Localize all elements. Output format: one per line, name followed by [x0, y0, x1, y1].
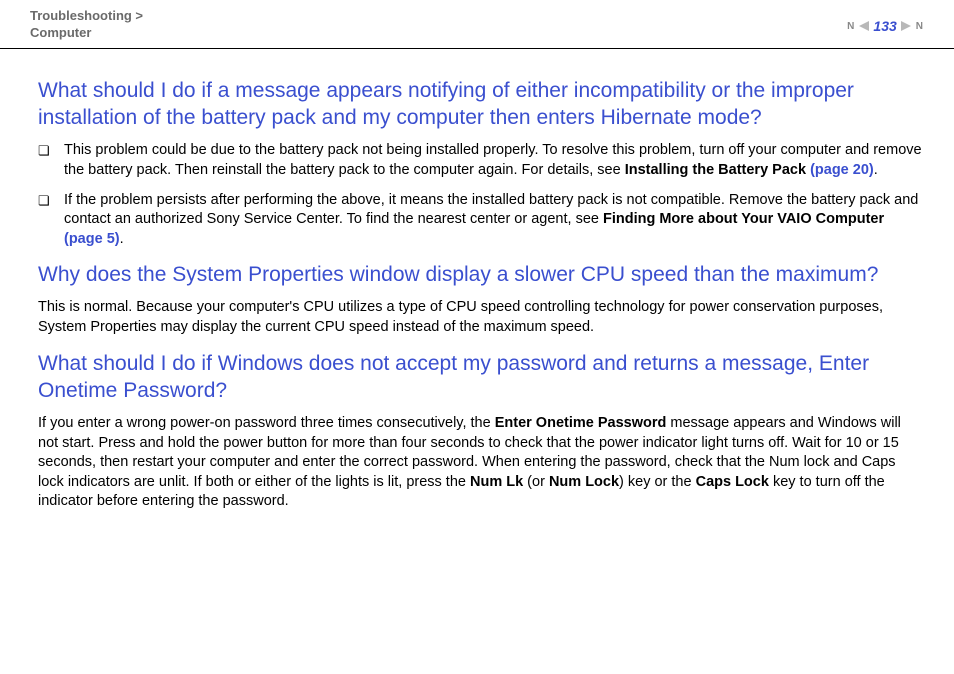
- text-part: (or: [523, 474, 549, 490]
- bold-term: Num Lk: [470, 474, 523, 490]
- prev-page-icon[interactable]: [859, 21, 869, 31]
- nav-n-left: N: [846, 21, 855, 32]
- next-page-icon[interactable]: [901, 21, 911, 31]
- text-part: ) key or the: [619, 474, 696, 490]
- bullet-list-1: This problem could be due to the battery…: [38, 141, 924, 249]
- breadcrumb-level2: Computer: [30, 25, 91, 40]
- list-item: If the problem persists after performing…: [38, 191, 924, 250]
- section-heading-2: Why does the System Properties window di…: [38, 261, 924, 288]
- section-heading-1: What should I do if a message appears no…: [38, 77, 924, 132]
- bold-ref: Finding More about Your VAIO Computer: [603, 211, 884, 227]
- breadcrumb: Troubleshooting > Computer: [30, 8, 143, 42]
- bold-term: Num Lock: [549, 474, 619, 490]
- page-number: 133: [873, 18, 896, 34]
- text-part: If you enter a wrong power-on password t…: [38, 415, 495, 431]
- body-paragraph: If you enter a wrong power-on password t…: [38, 414, 924, 512]
- body-paragraph: This is normal. Because your computer's …: [38, 298, 924, 337]
- bold-term: Enter Onetime Password: [495, 415, 667, 431]
- nav-n-right: N: [915, 21, 924, 32]
- page-header: Troubleshooting > Computer N 133 N: [0, 0, 954, 49]
- section-heading-3: What should I do if Windows does not acc…: [38, 350, 924, 405]
- bold-term: Caps Lock: [696, 474, 769, 490]
- page-content: What should I do if a message appears no…: [0, 49, 954, 540]
- breadcrumb-level1: Troubleshooting >: [30, 8, 143, 23]
- page-link[interactable]: (page 20): [810, 162, 874, 178]
- bullet-text-after: .: [874, 162, 878, 178]
- bullet-text-after: .: [120, 231, 124, 247]
- page-indicator: N 133 N: [846, 8, 924, 34]
- list-item: This problem could be due to the battery…: [38, 141, 924, 180]
- bold-ref: Installing the Battery Pack: [625, 162, 806, 178]
- page-link[interactable]: (page 5): [64, 231, 120, 247]
